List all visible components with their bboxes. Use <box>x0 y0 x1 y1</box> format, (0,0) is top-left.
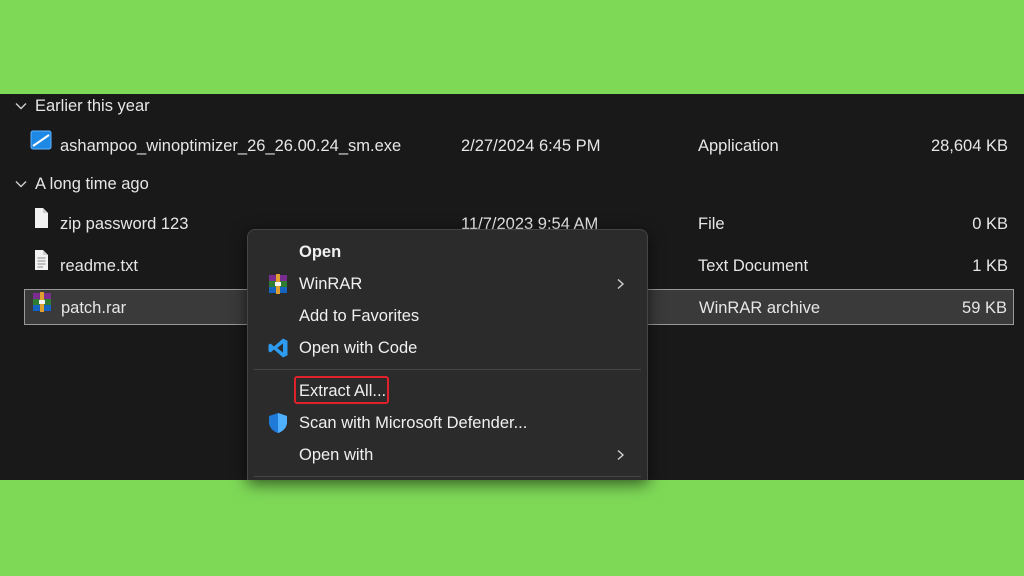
menu-separator <box>254 476 641 477</box>
menu-item-open[interactable]: Open <box>254 236 641 268</box>
group-header-earlier-this-year[interactable]: Earlier this year <box>10 94 150 118</box>
menu-item-label: Add to Favorites <box>299 307 420 325</box>
text-file-icon <box>30 248 52 270</box>
chevron-right-icon <box>613 448 627 462</box>
file-size: 0 KB <box>972 215 1008 233</box>
menu-item-label: Open with <box>299 446 374 464</box>
menu-item-label: WinRAR <box>299 275 363 293</box>
group-label: A long time ago <box>35 174 149 193</box>
file-name: readme.txt <box>60 257 138 275</box>
file-size: 28,604 KB <box>930 137 1008 155</box>
file-name: ashampoo_winoptimizer_26_26.00.24_sm.exe <box>60 137 402 155</box>
menu-item-label: Scan with Microsoft Defender... <box>299 414 528 432</box>
chevron-down-icon[interactable] <box>10 95 32 117</box>
menu-item-label: Open <box>299 243 342 261</box>
file-icon <box>30 206 52 228</box>
file-type: WinRAR archive <box>699 299 821 317</box>
group-header-a-long-time-ago[interactable]: A long time ago <box>10 172 149 196</box>
menu-item-open-with-code[interactable]: Open with Code <box>254 332 641 364</box>
file-name: zip password 123 <box>60 215 189 233</box>
winrar-icon <box>266 273 290 295</box>
file-name: patch.rar <box>61 299 127 317</box>
file-size: 59 KB <box>962 299 1007 317</box>
menu-item-label: Open with Code <box>299 339 418 357</box>
menu-item-scan-with-defender[interactable]: Scan with Microsoft Defender... <box>254 407 641 439</box>
menu-item-open-with[interactable]: Open with <box>254 439 641 471</box>
app-icon <box>30 128 52 150</box>
winrar-archive-icon <box>31 290 53 312</box>
menu-separator <box>254 369 641 370</box>
group-label: Earlier this year <box>35 96 150 115</box>
menu-item-add-to-favorites[interactable]: Add to Favorites <box>254 300 641 332</box>
extract-all-highlight <box>294 376 389 404</box>
file-type: File <box>698 215 725 233</box>
file-size: 1 KB <box>972 257 1008 275</box>
vscode-icon <box>266 337 290 359</box>
file-type: Text Document <box>698 257 809 275</box>
menu-item-winrar[interactable]: WinRAR <box>254 268 641 300</box>
file-row-ashampoo[interactable]: ashampoo_winoptimizer_26_26.00.24_sm.exe… <box>24 128 1014 164</box>
file-type: Application <box>698 137 779 155</box>
shield-icon <box>266 412 290 434</box>
chevron-right-icon <box>613 277 627 291</box>
chevron-down-icon[interactable] <box>10 173 32 195</box>
context-menu: Open WinRAR Add to Favorites Open with C… <box>247 229 648 480</box>
file-date: 2/27/2024 6:45 PM <box>461 137 601 155</box>
